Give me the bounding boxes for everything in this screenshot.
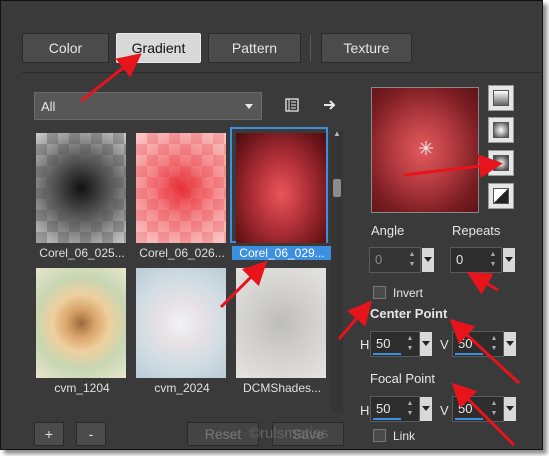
tab-separator: [310, 35, 311, 61]
notebook-icon[interactable]: [281, 94, 303, 116]
thumbnail-label: Corel_06_025...: [39, 246, 125, 260]
remove-button-label: -: [88, 426, 94, 442]
thumbnail-label: Corel_06_029...: [232, 246, 332, 260]
sunburst-style-icon: [493, 188, 509, 204]
rectangular-style-icon: [493, 122, 509, 138]
scrollbar[interactable]: [331, 131, 343, 413]
spinner-arrows-icon[interactable]: ▲ ▼: [487, 399, 501, 419]
arrow-icon: [337, 300, 372, 340]
chevron-down-icon[interactable]: [504, 332, 516, 356]
category-dropdown[interactable]: All: [34, 92, 262, 120]
scroll-up-icon[interactable]: ▲: [333, 130, 341, 138]
invert-checkbox[interactable]: [373, 286, 386, 299]
repeats-label: Repeats: [452, 223, 501, 238]
thumbnail-label: cvm_1204: [54, 381, 110, 395]
focal-v-spinner[interactable]: 50 ▲ ▼: [452, 396, 518, 422]
focal-v-label: V: [440, 403, 449, 418]
focal-h-spinner[interactable]: 50 ▲ ▼: [370, 396, 434, 422]
center-point-icon: [419, 141, 433, 155]
chevron-down-icon[interactable]: [422, 248, 434, 272]
radial-style-button[interactable]: [488, 150, 514, 176]
thumbnail-item-selected[interactable]: Corel_06_029...: [230, 127, 332, 260]
spinner-arrows-icon[interactable]: ▲ ▼: [403, 334, 417, 354]
chevron-down-icon[interactable]: [503, 248, 515, 272]
link-checkbox[interactable]: [373, 429, 386, 442]
focal-point-label: Focal Point: [370, 371, 436, 386]
center-v-label: V: [440, 337, 449, 352]
value-bar: [373, 353, 401, 355]
gradient-preview-image: [136, 268, 226, 378]
spinner-arrows-icon[interactable]: ▲ ▼: [403, 399, 417, 419]
tab-pattern[interactable]: Pattern: [208, 33, 301, 63]
arrow-right-icon[interactable]: [319, 94, 341, 116]
tab-texture[interactable]: Texture: [321, 33, 412, 63]
focal-h-label: H: [360, 403, 370, 418]
angle-spinner[interactable]: 0 ▲ ▼: [369, 247, 437, 273]
category-dropdown-value: All: [41, 98, 56, 114]
center-h-label: H: [360, 337, 370, 352]
thumbnail-label: Corel_06_026...: [139, 246, 225, 260]
thumbnail-label: DCMShades...: [242, 381, 322, 395]
radial-style-icon: [493, 155, 509, 171]
chevron-down-icon[interactable]: [420, 332, 432, 356]
center-point-label: Center Point: [370, 306, 448, 321]
tab-gradient[interactable]: Gradient: [116, 33, 201, 63]
repeats-spinner[interactable]: 0 ▲ ▼: [450, 247, 518, 273]
center-h-spinner[interactable]: 50 ▲ ▼: [370, 331, 434, 357]
thumbnail-item[interactable]: cvm_1204: [32, 264, 126, 395]
tab-texture-label: Texture: [343, 40, 390, 56]
thumbnail-label: cvm_2024: [154, 381, 210, 395]
linear-style-button[interactable]: [488, 85, 514, 111]
tab-bar: Color Gradient Pattern Texture: [1, 1, 542, 65]
add-button[interactable]: +: [34, 422, 64, 446]
gradient-dialog: Color Gradient Pattern Texture All Corel…: [0, 0, 543, 450]
thumbnail-item[interactable]: Corel_06_026...: [132, 129, 226, 260]
remove-button[interactable]: -: [76, 422, 106, 446]
divider: [22, 72, 542, 73]
chevron-down-icon: [245, 104, 253, 109]
scroll-thumb[interactable]: [333, 179, 341, 197]
thumbnail-item[interactable]: Corel_06_025...: [32, 129, 126, 260]
add-button-label: +: [44, 426, 54, 442]
value-bar: [373, 418, 401, 420]
value-bar: [455, 418, 483, 420]
tab-color[interactable]: Color: [22, 33, 109, 63]
gradient-thumbnail-grid: Corel_06_025... Corel_06_026... Corel_06…: [32, 127, 332, 429]
watermark-text: ©rulsmatios: [249, 425, 329, 442]
tab-color-label: Color: [48, 40, 83, 56]
tab-gradient-label: Gradient: [131, 40, 186, 56]
gradient-preview-image: [36, 268, 126, 378]
sunburst-style-button[interactable]: [488, 183, 514, 209]
arrow-icon: [466, 272, 499, 295]
gradient-preview[interactable]: [371, 87, 479, 213]
gradient-preview-image: [36, 133, 126, 243]
angle-label: Angle: [371, 223, 405, 238]
thumbnail-item[interactable]: DCMShades...: [232, 264, 326, 395]
spinner-arrows-icon[interactable]: ▲ ▼: [486, 250, 500, 270]
linear-style-icon: [493, 90, 509, 106]
gradient-preview-image: [136, 133, 226, 243]
invert-label: Invert: [393, 286, 424, 300]
gradient-preview-image: [236, 268, 326, 378]
chevron-down-icon[interactable]: [420, 397, 432, 421]
spinner-arrows-icon[interactable]: ▲ ▼: [405, 250, 419, 270]
link-label: Link: [393, 429, 416, 443]
center-v-spinner[interactable]: 50 ▲ ▼: [452, 331, 518, 357]
tab-pattern-label: Pattern: [231, 40, 278, 56]
value-bar: [455, 353, 483, 355]
rectangular-style-button[interactable]: [488, 117, 514, 143]
spinner-arrows-icon[interactable]: ▲ ▼: [487, 334, 501, 354]
thumbnail-item[interactable]: cvm_2024: [132, 264, 226, 395]
chevron-down-icon[interactable]: [504, 397, 516, 421]
reset-button-label: Reset: [204, 426, 242, 442]
gradient-preview-image: [236, 133, 326, 243]
